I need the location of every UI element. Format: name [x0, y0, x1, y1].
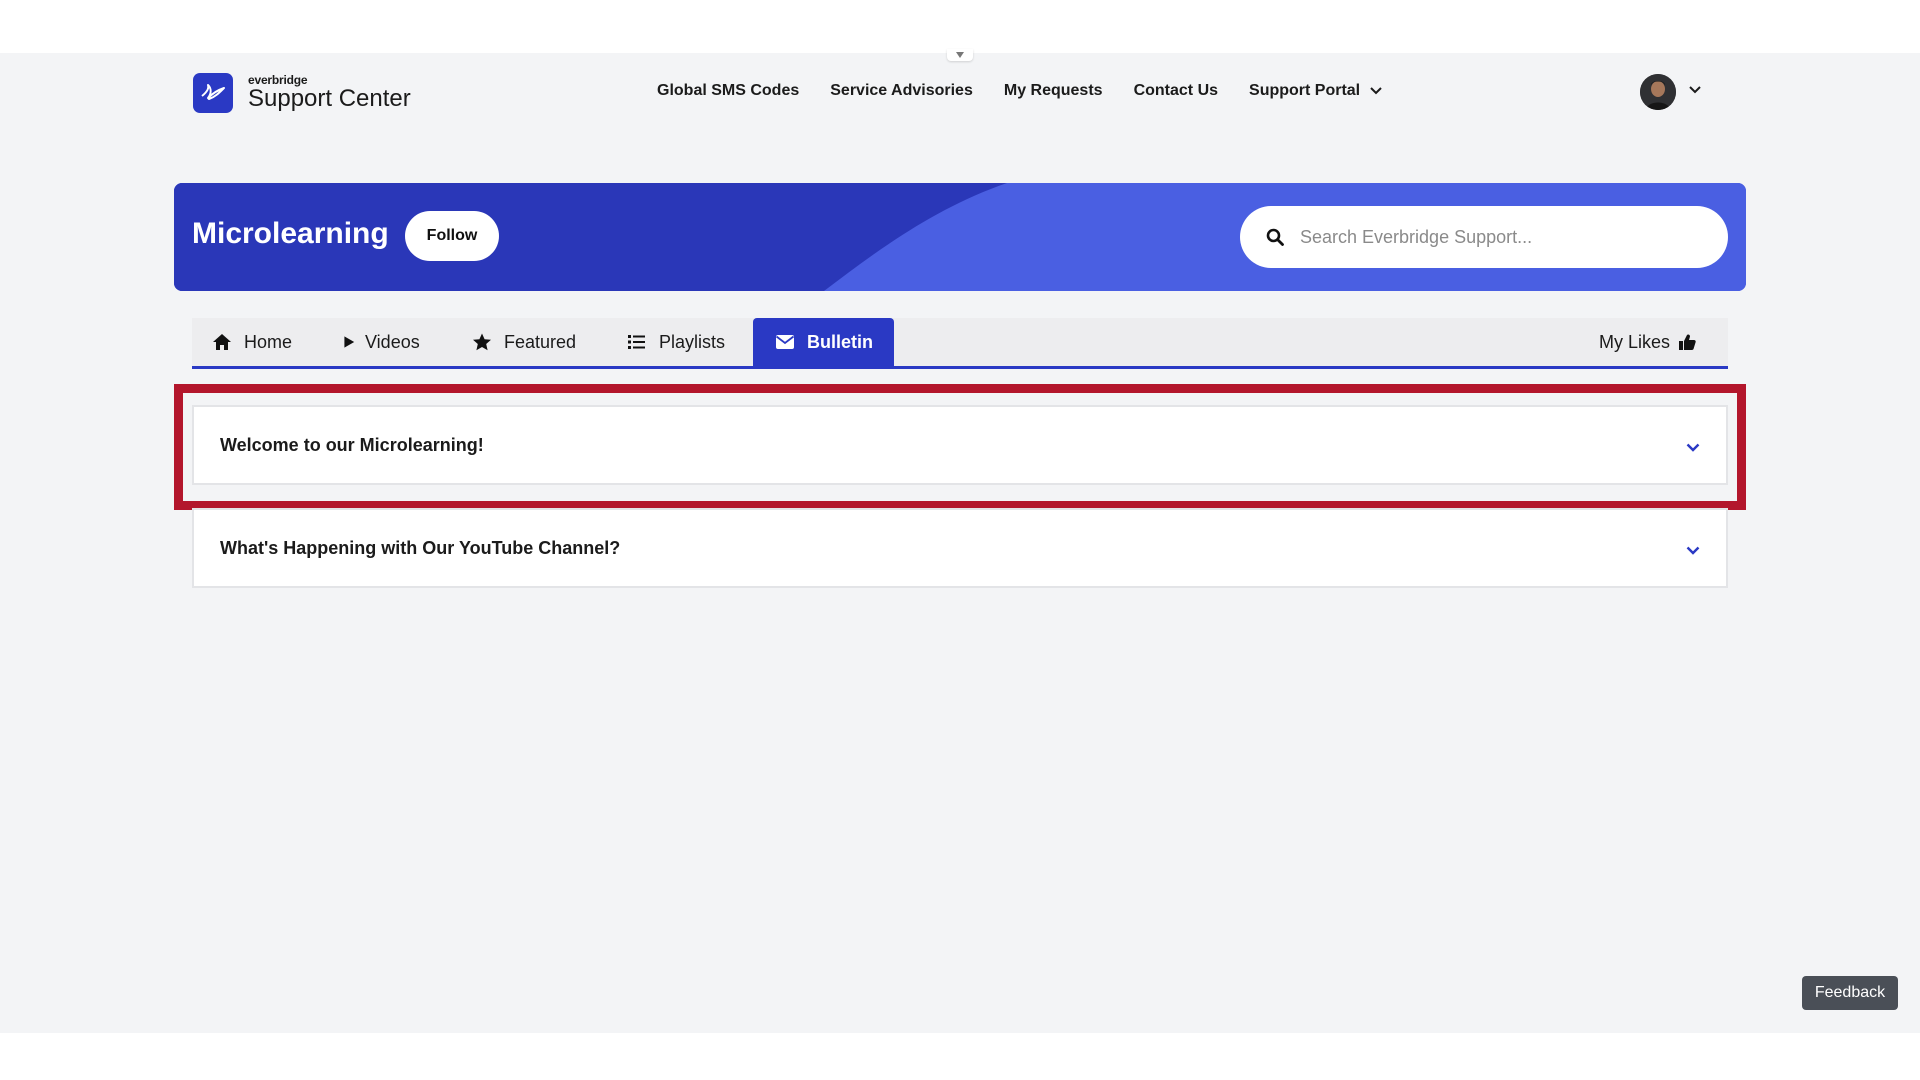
nav-global-sms-codes[interactable]: Global SMS Codes	[657, 82, 799, 100]
my-likes-link[interactable]: My Likes	[1599, 318, 1696, 366]
accordion-title: What's Happening with Our YouTube Channe…	[220, 537, 621, 558]
user-avatar[interactable]	[1640, 74, 1676, 110]
search-input[interactable]	[1298, 225, 1702, 249]
tab-playlists[interactable]: Playlists	[627, 318, 725, 366]
home-icon	[213, 334, 231, 350]
hero-banner: Microlearning Follow	[174, 183, 1746, 291]
tab-home[interactable]: Home	[212, 318, 292, 366]
nav-contact-us[interactable]: Contact Us	[1134, 82, 1218, 100]
bird-logo-icon	[201, 84, 225, 100]
tab-videos[interactable]: Videos	[343, 318, 420, 366]
nav-support-portal-label: Support Portal	[1249, 82, 1361, 99]
tab-bulletin-label: Bulletin	[807, 331, 873, 352]
tab-videos-label: Videos	[365, 331, 420, 352]
user-menu-chevron-icon[interactable]	[1689, 86, 1701, 94]
tab-featured[interactable]: Featured	[472, 318, 576, 366]
tab-bar: Home Videos Featured Playlists Bulletin …	[192, 318, 1728, 369]
follow-button[interactable]: Follow	[405, 211, 499, 261]
envelope-icon	[775, 335, 795, 349]
page-title: Microlearning	[192, 217, 389, 250]
tab-bulletin[interactable]: Bulletin	[753, 318, 894, 366]
feedback-button[interactable]: Feedback	[1802, 976, 1898, 1010]
my-likes-label: My Likes	[1598, 331, 1670, 352]
tab-playlists-label: Playlists	[659, 331, 726, 352]
caret-down-icon	[956, 52, 964, 58]
search-icon	[1266, 228, 1284, 246]
tab-home-label: Home	[244, 331, 293, 352]
main-nav: Global SMS Codes Service Advisories My R…	[657, 82, 1413, 100]
accordion-item[interactable]: What's Happening with Our YouTube Channe…	[192, 508, 1728, 588]
top-collapse-handle[interactable]	[947, 49, 973, 61]
nav-my-requests[interactable]: My Requests	[1004, 82, 1103, 100]
nav-service-advisories[interactable]: Service Advisories	[830, 82, 973, 100]
highlight-box	[174, 384, 1746, 510]
list-icon	[628, 335, 645, 349]
chevron-down-icon	[1370, 87, 1382, 95]
nav-support-portal[interactable]: Support Portal	[1249, 82, 1382, 100]
play-icon	[344, 336, 355, 348]
star-icon	[473, 333, 491, 351]
thumbs-up-icon	[1679, 334, 1696, 350]
search-box[interactable]	[1240, 206, 1728, 268]
logo-title[interactable]: Support Center	[248, 85, 411, 113]
tab-featured-label: Featured	[504, 331, 577, 352]
chevron-down-icon[interactable]	[1686, 546, 1700, 555]
everbridge-logo[interactable]	[193, 73, 233, 113]
avatar-image	[1640, 74, 1676, 110]
